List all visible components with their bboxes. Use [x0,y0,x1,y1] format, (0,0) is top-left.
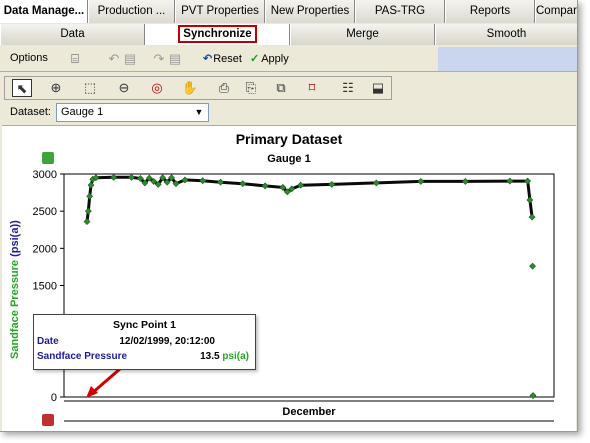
y-tick-label: 0 [51,392,57,404]
data-point [128,173,135,181]
subtab-synchronize[interactable]: Synchronize [145,24,290,45]
chart-panel: Primary Dataset Gauge 1 Sandface Pressur… [2,125,576,431]
sync-point-tooltip: Sync Point 1 Date 12/02/1999, 20:12:00 S… [33,314,256,370]
dataset-label: Dataset: [10,106,51,118]
toolbar-filler [438,47,577,71]
subtab-merge[interactable]: Merge [290,24,435,45]
date-value: 12/02/1999, 20:12:00 [119,336,215,347]
data-point [328,180,336,188]
sync-point-title: Sync Point 1 [112,319,176,331]
pointer-tool-icon[interactable]: ⬉ [12,79,32,97]
options-menu[interactable]: Options [10,52,48,64]
x-axis-label: December [282,406,336,418]
reset-arrow-icon: ↶ [203,53,213,65]
tab-reports[interactable]: Reports [445,0,535,23]
plot-area[interactable]: 050010001500200025003000December [2,126,576,432]
data-point [261,182,269,190]
data-point [86,192,94,200]
data-point [524,177,532,185]
data-point [372,179,380,187]
undo-list-icon[interactable]: ▤ [121,50,139,68]
date-label: Date [37,336,59,347]
subtab-synchronize-label: Synchronize [178,25,257,43]
zoom-out-icon[interactable]: ⊖ [114,79,134,97]
data-point [529,262,536,270]
data-point [528,213,536,221]
data-point [417,178,425,185]
data-point [217,178,224,186]
y-tick-label: 2000 [33,243,57,255]
y-tick-label: 2500 [33,206,57,218]
filter-settings-icon[interactable]: ⌸ [66,50,84,68]
data-point [239,180,247,188]
tab-data-manage[interactable]: Data Manage... [0,0,88,23]
dataset-row: Dataset: Gauge 1 ▼ [0,102,577,124]
subtab-data[interactable]: Data [0,24,145,45]
sub-tab-bar: Data Synchronize Merge Smooth [0,24,577,45]
properties-icon[interactable]: ☷ [338,79,358,97]
data-point [83,218,91,225]
chevron-down-icon: ▼ [194,107,204,117]
application-window: Data Manage... Production ... PVT Proper… [0,0,578,432]
subtab-smooth[interactable]: Smooth [435,24,577,45]
tab-pas-trg[interactable]: PAS-TRG [355,0,445,23]
y-tick-label: 3000 [33,169,57,181]
copy-icon[interactable]: ⧉ [271,79,291,97]
data-point [506,177,514,185]
tab-compari[interactable]: Compari [535,0,577,23]
pressure-value: 13.5 psi(a) [200,351,249,362]
tab-production[interactable]: Production ... [88,0,175,23]
apply-label: Apply [261,53,289,65]
data-point [529,392,537,399]
tab-new-properties[interactable]: New Properties [265,0,355,23]
pressure-unit: psi(a) [222,351,249,362]
data-point [84,207,92,215]
reset-button[interactable]: ↶Reset [203,52,242,65]
export-plot-icon[interactable]: ⌑ [302,79,322,97]
check-icon: ✓ [250,53,260,65]
tab-pvt-properties[interactable]: PVT Properties [175,0,265,23]
dataset-value: Gauge 1 [61,106,104,118]
zoom-reset-icon[interactable]: ◎ [147,79,167,97]
redo-list-icon[interactable]: ▤ [166,50,184,68]
data-point [110,173,118,181]
data-point [526,196,534,204]
reset-label: Reset [213,53,242,65]
apply-button[interactable]: ✓ Apply [250,52,289,65]
pressure-number: 13.5 [200,351,220,362]
y-tick-label: 1500 [33,281,57,293]
save-plot-icon[interactable]: ⬓ [368,79,388,97]
pressure-label: Sandface Pressure [37,351,128,362]
zoom-box-icon[interactable]: ⬚ [80,79,100,97]
print-preview-icon[interactable]: ⎘ [241,79,261,97]
plot-toolbar: ⬉ ⊕ ⬚ ⊖ ◎ ✋ ⎙ ⎘ ⧉ ⌑ ☷ ⬓ [4,76,392,100]
dataset-select[interactable]: Gauge 1 ▼ [56,103,209,122]
top-tab-bar: Data Manage... Production ... PVT Proper… [0,0,577,23]
data-point [199,177,207,185]
data-point [461,178,469,185]
zoom-in-icon[interactable]: ⊕ [46,79,66,97]
pan-hand-icon[interactable]: ✋ [180,79,200,97]
print-icon[interactable]: ⎙ [214,79,234,97]
